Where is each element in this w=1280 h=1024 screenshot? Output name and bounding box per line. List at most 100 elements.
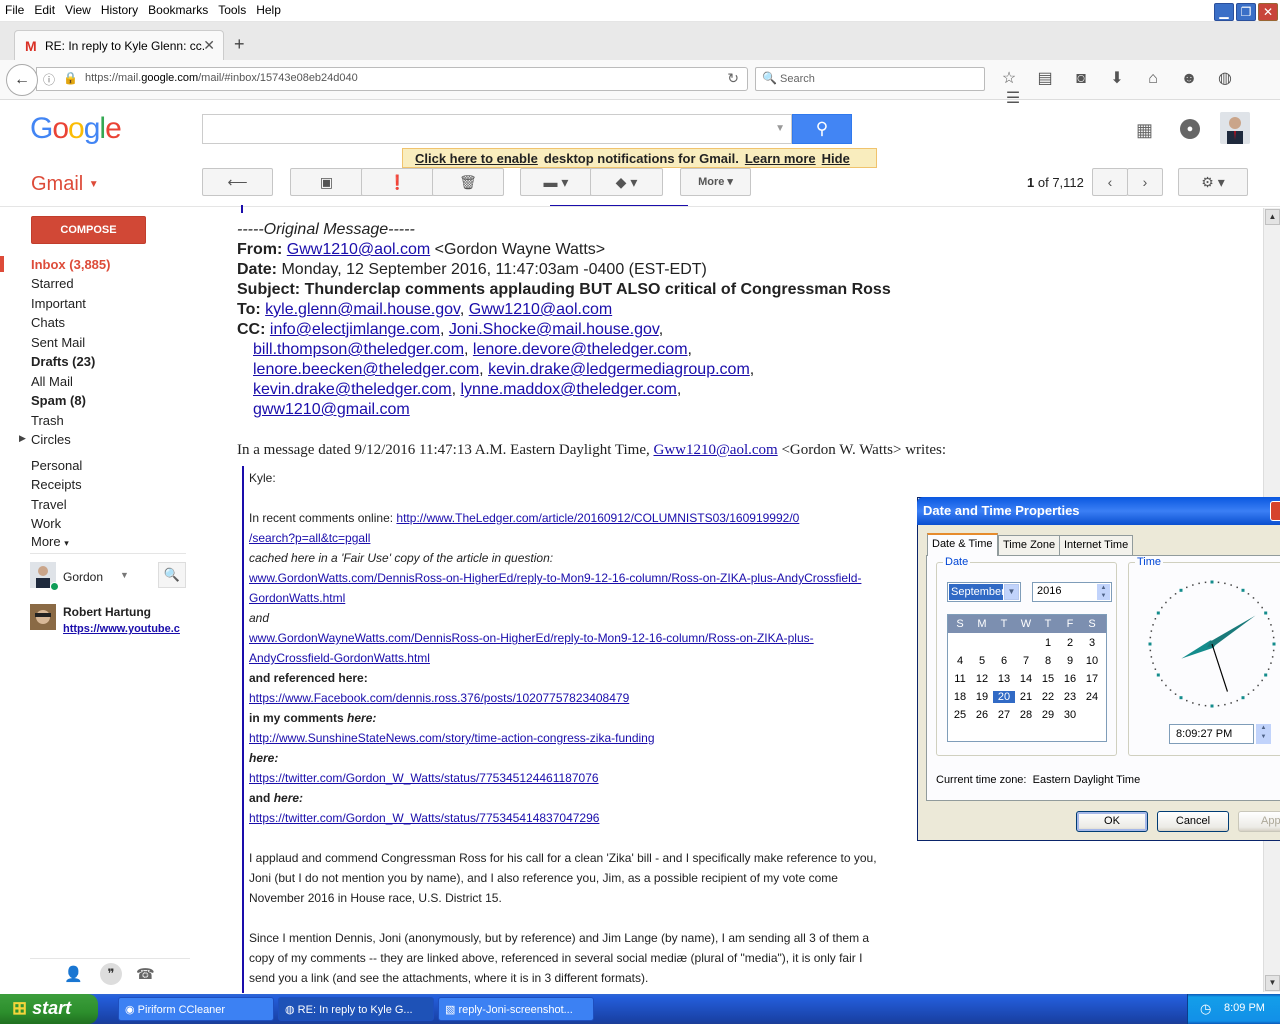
calendar-day[interactable]: 7: [1015, 655, 1037, 667]
calendar-day[interactable]: 3: [1081, 637, 1103, 649]
calendar-day[interactable]: 17: [1081, 673, 1103, 685]
cc-link-4[interactable]: lenore.devore@theledger.com: [473, 341, 688, 358]
url-bar[interactable]: ⓘ 🔒 https://mail.google.com/mail/#inbox/…: [36, 67, 748, 91]
gmail-search-input[interactable]: ▼: [202, 114, 792, 144]
more-button[interactable]: More ▾: [680, 168, 751, 196]
reload-icon[interactable]: ↻: [727, 70, 739, 87]
month-select[interactable]: September ▼: [947, 582, 1021, 602]
cached-copy-link-2[interactable]: www.GordonWayneWatts.com/DennisRoss-on-H…: [249, 631, 814, 645]
tray-clock-icon[interactable]: ◷: [1200, 1001, 1211, 1017]
nav-important[interactable]: Important: [31, 296, 86, 311]
nav-drafts[interactable]: Drafts (23): [31, 354, 95, 369]
twitter-link-2[interactable]: https://twitter.com/Gordon_W_Watts/statu…: [249, 811, 599, 825]
menu-file[interactable]: File: [0, 0, 29, 17]
bookmark-star-icon[interactable]: ☆: [995, 68, 1023, 88]
nav-inbox[interactable]: Inbox (3,885): [31, 257, 110, 272]
pocket-icon[interactable]: ◙: [1067, 70, 1095, 88]
nav-circles[interactable]: Circles: [31, 432, 71, 447]
apps-grid-icon[interactable]: ▦: [1136, 120, 1153, 141]
labels-button[interactable]: ◆ ▾: [590, 168, 663, 196]
cc-link-1[interactable]: info@electjimlange.com: [270, 321, 440, 338]
newer-button[interactable]: ‹: [1092, 168, 1128, 196]
calendar-day[interactable]: 2: [1059, 637, 1081, 649]
calendar-day-selected[interactable]: 20: [993, 691, 1015, 703]
calendar-day[interactable]: 23: [1059, 691, 1081, 703]
calendar-day[interactable]: 4: [949, 655, 971, 667]
chevron-down-icon[interactable]: ▼: [1004, 584, 1019, 600]
download-icon[interactable]: ⬇: [1103, 68, 1131, 88]
menu-tools[interactable]: Tools: [213, 0, 251, 17]
chevron-down-icon[interactable]: ▼: [120, 570, 129, 580]
from-address-link[interactable]: Gww1210@aol.com: [287, 241, 430, 258]
back-to-inbox-button[interactable]: ⟵: [202, 168, 273, 196]
back-button[interactable]: ←: [6, 64, 38, 96]
hide-link[interactable]: Hide: [822, 151, 850, 166]
tab-close-icon[interactable]: ✕: [203, 37, 215, 54]
ok-button[interactable]: OK: [1076, 811, 1148, 832]
taskbar-item-screenshot[interactable]: ▧ reply-Joni-screenshot...: [438, 997, 594, 1021]
calendar-day[interactable]: 19: [971, 691, 993, 703]
dialog-close-icon[interactable]: [1270, 501, 1280, 521]
cc-link-6[interactable]: kevin.drake@ledgermediagroup.com: [488, 361, 750, 378]
nav-more[interactable]: More ▾: [31, 534, 69, 549]
calendar[interactable]: SMTWTFS 1 2 3 4 5 6 7 8 9 10 11 12 13 14 15 16 17 18 19 20 2…: [947, 614, 1107, 742]
facebook-link[interactable]: https://www.Facebook.com/dennis.ross.376…: [249, 691, 629, 705]
new-tab-icon[interactable]: +: [234, 34, 245, 55]
menu-bookmarks[interactable]: Bookmarks: [143, 0, 213, 17]
cached-copy-link-2-cont[interactable]: AndyCrossfield-GordonWatts.html: [249, 651, 430, 665]
nav-starred[interactable]: Starred: [31, 276, 74, 291]
globe-icon[interactable]: ◍: [1211, 68, 1239, 88]
nav-work[interactable]: Work: [31, 516, 61, 531]
calendar-day[interactable]: 24: [1081, 691, 1103, 703]
calendar-day[interactable]: 26: [971, 709, 993, 721]
scroll-down-icon[interactable]: ▼: [1265, 975, 1280, 991]
nav-chats[interactable]: Chats: [31, 315, 65, 330]
apply-button[interactable]: App: [1238, 811, 1280, 832]
minimize-icon[interactable]: ▁: [1214, 3, 1234, 21]
home-icon[interactable]: ⌂: [1139, 70, 1167, 88]
nav-travel[interactable]: Travel: [31, 497, 67, 512]
tab-time-zone[interactable]: Time Zone: [998, 535, 1061, 555]
gmail-search-button[interactable]: ⚲: [792, 114, 852, 144]
nav-personal[interactable]: Personal: [31, 458, 82, 473]
ledger-article-link[interactable]: http://www.TheLedger.com/article/2016091…: [396, 511, 799, 525]
smiley-icon[interactable]: ☻: [1175, 70, 1203, 88]
cached-copy-link-1-cont[interactable]: GordonWatts.html: [249, 591, 345, 605]
tab-internet-time[interactable]: Internet Time: [1059, 535, 1134, 555]
time-input[interactable]: 8:09:27 PM: [1169, 724, 1254, 744]
hangouts-search-icon[interactable]: 🔍: [158, 562, 186, 588]
calendar-day[interactable]: 30: [1059, 709, 1081, 721]
time-spin-arrows-icon[interactable]: ▲ ▼: [1256, 724, 1271, 744]
browser-search-input[interactable]: 🔍 Search: [755, 67, 985, 91]
calendar-day[interactable]: 29: [1037, 709, 1059, 721]
menu-view[interactable]: View: [60, 0, 96, 17]
info-icon[interactable]: ⓘ: [43, 71, 55, 88]
enable-notifications-link[interactable]: Click here to enable: [415, 151, 538, 166]
tray-clock[interactable]: 8:09 PM: [1224, 1002, 1265, 1014]
sunshine-state-news-link[interactable]: http://www.SunshineStateNews.com/story/t…: [249, 731, 655, 745]
calendar-day[interactable]: 16: [1059, 673, 1081, 685]
dialog-title[interactable]: Date and Time Properties: [917, 497, 1280, 525]
calendar-day[interactable]: 6: [993, 655, 1015, 667]
calendar-day[interactable]: 14: [1015, 673, 1037, 685]
twitter-link-1[interactable]: https://twitter.com/Gordon_W_Watts/statu…: [249, 771, 599, 785]
person-icon[interactable]: 👤: [64, 965, 83, 983]
settings-gear-button[interactable]: ⚙ ▾: [1178, 168, 1248, 196]
nav-all-mail[interactable]: All Mail: [31, 374, 73, 389]
expand-circles-icon[interactable]: ▶: [19, 433, 26, 444]
calendar-day[interactable]: 27: [993, 709, 1015, 721]
cc-link-2[interactable]: Joni.Shocke@mail.house.gov: [449, 321, 659, 338]
hamburger-menu-icon[interactable]: ☰: [999, 88, 1027, 108]
tab-date-time[interactable]: Date & Time: [927, 533, 998, 556]
calendar-day[interactable]: 21: [1015, 691, 1037, 703]
nav-sent-mail[interactable]: Sent Mail: [31, 335, 85, 350]
search-options-icon[interactable]: ▼: [775, 123, 785, 134]
google-logo[interactable]: Google: [30, 112, 122, 146]
calendar-day[interactable]: 8: [1037, 655, 1059, 667]
quoted-author-link[interactable]: Gww1210@aol.com: [653, 442, 777, 458]
calendar-day[interactable]: 9: [1059, 655, 1081, 667]
nav-spam[interactable]: Spam (8): [31, 393, 86, 408]
report-spam-button[interactable]: ❗: [361, 168, 434, 196]
to-link-2[interactable]: Gww1210@aol.com: [469, 301, 612, 318]
calendar-day[interactable]: 25: [949, 709, 971, 721]
